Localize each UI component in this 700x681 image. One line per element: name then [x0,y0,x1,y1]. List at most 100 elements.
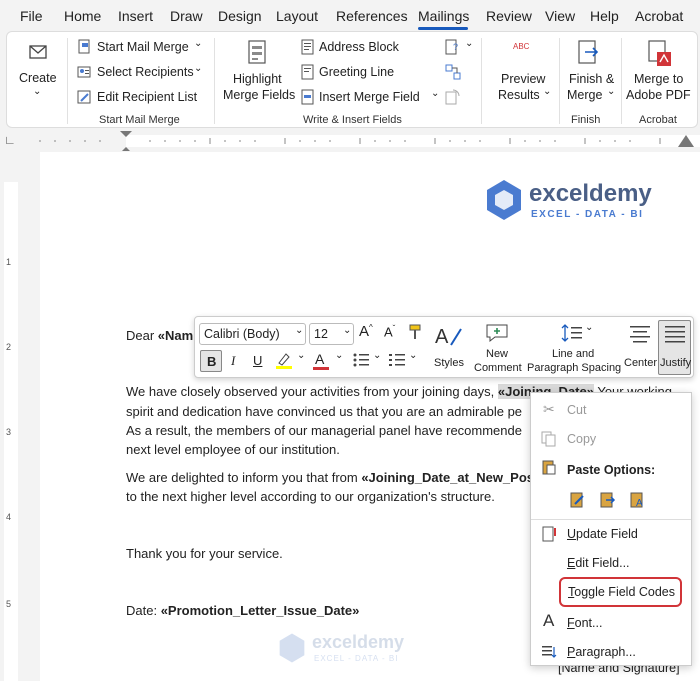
greeting-line-button[interactable]: Greeting Line [299,63,409,83]
tab-help[interactable]: Help [590,8,619,24]
address-block-button[interactable]: Address Block [299,38,409,58]
chevron-down-icon: ⌄ [585,322,594,333]
edit-recipient-list-label: Edit Recipient List [97,90,198,104]
match-fields-icon [445,64,461,80]
watermark-tagline: EXCEL - DATA - BI [314,654,399,663]
paragraph-label: Paragraph... [567,645,636,659]
greeting-line-label: Greeting Line [319,65,395,79]
tab-draw[interactable]: Draw [170,8,203,24]
paragraph-1-line-3: As a result, the members of our manageri… [126,423,522,438]
bullets-button[interactable]: ⌄ [353,350,383,373]
new-comment-label-2: Comment [474,362,522,374]
group-label-finish: Finish [571,114,601,126]
paste-keep-source-icon[interactable] [569,491,587,509]
shrink-font-icon[interactable]: Aˇ [384,324,395,339]
grow-font-icon[interactable]: A^ [359,323,373,340]
exceldemy-logo-icon [487,180,521,220]
start-mail-merge-button[interactable]: Start Mail Merge ⌄ [75,38,205,58]
paste-merge-format-icon[interactable] [599,491,617,509]
tab-mailings[interactable]: Mailings [418,8,469,24]
envelope-icon [29,45,47,59]
p1-text: We have closely observed your activities… [126,384,498,399]
menu-item-font[interactable]: A Font... [531,611,691,635]
menu-item-edit-field[interactable]: Edit Field... [531,552,691,576]
menu-item-paragraph[interactable]: Paragraph... [531,640,691,664]
new-comment-button[interactable]: New Comment [473,321,523,375]
merge-to-adobe-pdf-button[interactable]: Merge to Adobe PDF [625,36,695,108]
finish-merge-button[interactable]: Finish & Merge ⌄ [563,36,621,108]
numbering-button[interactable]: ⌄ [389,350,419,373]
bullets-icon [353,353,369,367]
font-size-dropdown[interactable]: 12 ⌄ [309,323,354,345]
font-color-button[interactable]: A ⌄ [313,350,349,373]
font-color-icon: A [315,351,325,367]
match-fields-button[interactable] [445,63,465,83]
tab-acrobat[interactable]: Acrobat [635,8,683,24]
group-label-start-mail-merge: Start Mail Merge [99,114,180,126]
center-button[interactable]: Center [623,321,657,375]
issue-date-merge-field[interactable]: «Promotion_Letter_Issue_Date» [161,603,360,618]
horizontal-ruler[interactable]: ∟ [0,131,700,151]
tab-selector-icon[interactable]: ∟ [4,133,16,147]
italic-button[interactable]: I [231,353,235,369]
name-merge-field[interactable]: «Nam [158,328,193,343]
tab-view[interactable]: View [545,8,575,24]
menu-separator [531,519,691,520]
tab-references[interactable]: References [336,8,408,24]
ruler-mark: 1 [6,257,12,267]
format-painter-icon[interactable] [407,324,423,340]
justify-button[interactable]: Justify [658,320,691,375]
chevron-down-icon: ⌄ [194,38,203,49]
copy-icon [541,431,556,447]
highlight-color-button[interactable]: ⌄ [275,350,311,373]
closing-line: Thank you for your service. [126,546,283,561]
font-size-value: 12 [314,327,328,341]
toggle-field-codes-label: Toggle Field Codes [568,585,676,599]
preview-results-button[interactable]: ABC Preview Results ⌄ [489,36,555,108]
paragraph-icon [542,646,557,658]
select-recipients-button[interactable]: Select Recipients ⌄ [75,63,205,83]
line-spacing-icon [561,324,582,342]
rules-icon: ? [445,39,458,55]
update-field-label: Update Field [567,527,638,541]
edit-recipient-list-button[interactable]: Edit Recipient List [75,88,205,108]
underline-button[interactable]: U [253,353,262,368]
active-tab-indicator [418,27,468,30]
highlight-merge-fields-button[interactable]: Highlight Merge Fields [219,36,297,108]
preview-label: Preview [501,72,546,86]
recipients-icon [77,66,91,78]
rules-button[interactable]: ? ⌄ [445,38,475,58]
chevron-down-icon: ⌄ [431,88,440,99]
vertical-ruler[interactable]: 1 2 3 4 5 [0,152,22,681]
tab-home[interactable]: Home [64,8,101,24]
menu-item-update-field[interactable]: Update Field [531,523,691,547]
bold-button[interactable]: B [200,350,222,372]
chevron-down-icon: ⌄ [607,86,616,97]
divider [621,38,622,124]
menu-item-copy[interactable]: Copy [531,428,691,452]
chevron-down-icon: ⌄ [33,86,42,97]
dear-text: Dear [126,328,158,343]
group-label-acrobat: Acrobat [639,114,677,126]
p2-text: We are delighted to inform you that from [126,470,362,485]
tab-insert[interactable]: Insert [118,8,153,24]
tab-design[interactable]: Design [218,8,262,24]
paste-options-section: Paste Options: A [531,457,691,515]
tab-file[interactable]: File [20,8,43,24]
menu-item-cut[interactable]: ✂ Cut [531,399,691,423]
line-paragraph-spacing-button[interactable]: ⌄ Line and Paragraph Spacing [527,321,622,375]
update-labels-button[interactable] [445,88,465,108]
menu-item-toggle-field-codes[interactable]: Toggle Field Codes [559,577,682,607]
tab-review[interactable]: Review [486,8,532,24]
styles-button[interactable]: A Styles [431,321,467,373]
copy-label: Copy [567,432,597,446]
font-name-value: Calibri (Body) [204,327,280,341]
create-button[interactable]: Create ⌄ [13,36,63,106]
insert-merge-field-button[interactable]: Insert Merge Field ⌄ [299,88,439,108]
font-name-dropdown[interactable]: Calibri (Body) ⌄ [199,323,306,345]
chevron-down-icon: ⌄ [543,86,552,97]
chevron-down-icon: ⌄ [297,350,306,361]
tab-layout[interactable]: Layout [276,8,318,24]
paste-text-only-icon[interactable]: A [629,491,647,509]
new-position-date-merge-field[interactable]: «Joining_Date_at_New_Posit [361,470,542,485]
